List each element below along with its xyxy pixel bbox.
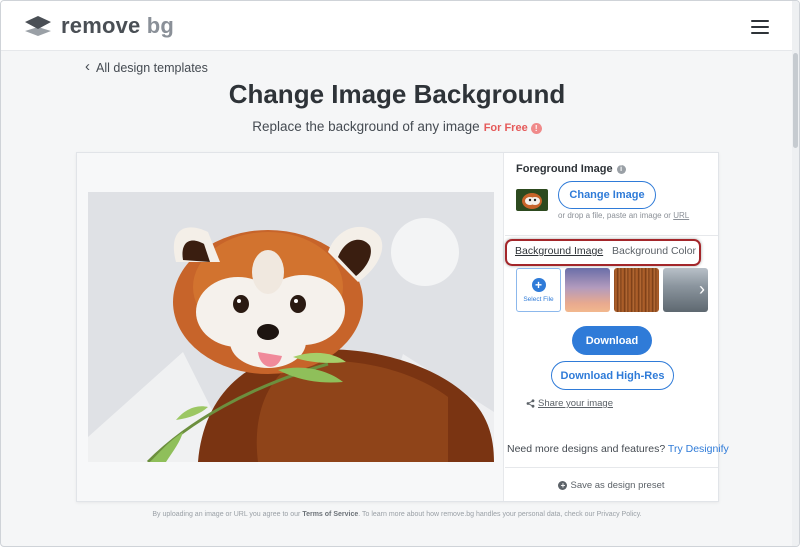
foreground-thumbnail bbox=[516, 189, 548, 211]
drop-hint: or drop a file, paste an image or URL bbox=[558, 211, 689, 220]
try-designify-link[interactable]: Try Designify bbox=[668, 443, 729, 455]
for-free-badge: For Free bbox=[483, 122, 528, 134]
site-header: remove bg bbox=[1, 1, 799, 51]
background-option-city[interactable]: › bbox=[663, 268, 708, 312]
logo-icon bbox=[23, 14, 53, 38]
download-button[interactable]: Download bbox=[572, 326, 652, 355]
page-subtitle: Replace the background of any image For F… bbox=[1, 119, 793, 134]
more-text: Need more designs and features? bbox=[507, 443, 666, 455]
divider bbox=[505, 235, 718, 236]
foreground-title-text: Foreground Image bbox=[516, 163, 613, 175]
background-option-wood[interactable] bbox=[614, 268, 659, 312]
subtitle-text: Replace the background of any image bbox=[252, 119, 480, 134]
terms-of-service-link[interactable]: Terms of Service bbox=[302, 511, 358, 518]
background-option-sunset[interactable] bbox=[565, 268, 610, 312]
settings-panel: Foreground Image i Change Image or drop … bbox=[505, 153, 729, 501]
browser-frame: remove bg ‹ All design templates Change … bbox=[0, 0, 800, 547]
info-icon[interactable]: ! bbox=[530, 123, 542, 134]
more-designs-text: Need more designs and features? Try Desi… bbox=[507, 443, 729, 455]
url-link[interactable]: URL bbox=[673, 211, 689, 220]
tab-background-color[interactable]: Background Color bbox=[612, 245, 696, 257]
plus-icon: + bbox=[531, 277, 546, 292]
chevron-left-icon: ‹ bbox=[85, 58, 90, 75]
tab-background-image[interactable]: Background Image bbox=[515, 245, 603, 257]
editor-card: Foreground Image i Change Image or drop … bbox=[76, 152, 729, 502]
save-design-preset-button[interactable]: + Save as design preset bbox=[505, 480, 718, 491]
scrollbar[interactable] bbox=[792, 1, 799, 546]
logo[interactable]: remove bg bbox=[23, 13, 174, 39]
share-image-link[interactable]: Share your image bbox=[526, 398, 613, 409]
foreground-image-heading: Foreground Image i bbox=[516, 163, 626, 175]
save-preset-label: Save as design preset bbox=[570, 480, 665, 491]
image-preview-area bbox=[77, 153, 504, 501]
footer-disclaimer: By uploading an image or URL you agree t… bbox=[1, 511, 793, 518]
background-options: + Select File › bbox=[516, 268, 712, 312]
info-icon[interactable]: i bbox=[616, 164, 626, 174]
download-high-res-button[interactable]: Download High-Res bbox=[551, 361, 674, 390]
footer-text-before: By uploading an image or URL you agree t… bbox=[152, 511, 301, 518]
divider bbox=[505, 467, 718, 468]
select-file-button[interactable]: + Select File bbox=[516, 268, 561, 312]
drop-hint-text: or drop a file, paste an image or bbox=[558, 211, 671, 220]
select-file-label: Select File bbox=[523, 295, 554, 303]
share-label: Share your image bbox=[538, 398, 613, 409]
logo-text: remove bg bbox=[61, 13, 175, 38]
page-title: Change Image Background bbox=[228, 79, 566, 109]
plus-circle-icon: + bbox=[558, 481, 568, 490]
chevron-right-icon[interactable]: › bbox=[699, 280, 705, 298]
result-image bbox=[88, 192, 494, 462]
share-icon bbox=[526, 399, 535, 408]
back-to-templates-link[interactable]: ‹ All design templates bbox=[85, 58, 208, 75]
scrollbar-thumb[interactable] bbox=[793, 53, 798, 148]
back-link-label: All design templates bbox=[96, 60, 208, 75]
hamburger-menu-icon[interactable] bbox=[746, 17, 774, 37]
footer-text-after: . To learn more about how remove.bg hand… bbox=[358, 511, 642, 518]
change-image-button[interactable]: Change Image bbox=[558, 181, 656, 209]
